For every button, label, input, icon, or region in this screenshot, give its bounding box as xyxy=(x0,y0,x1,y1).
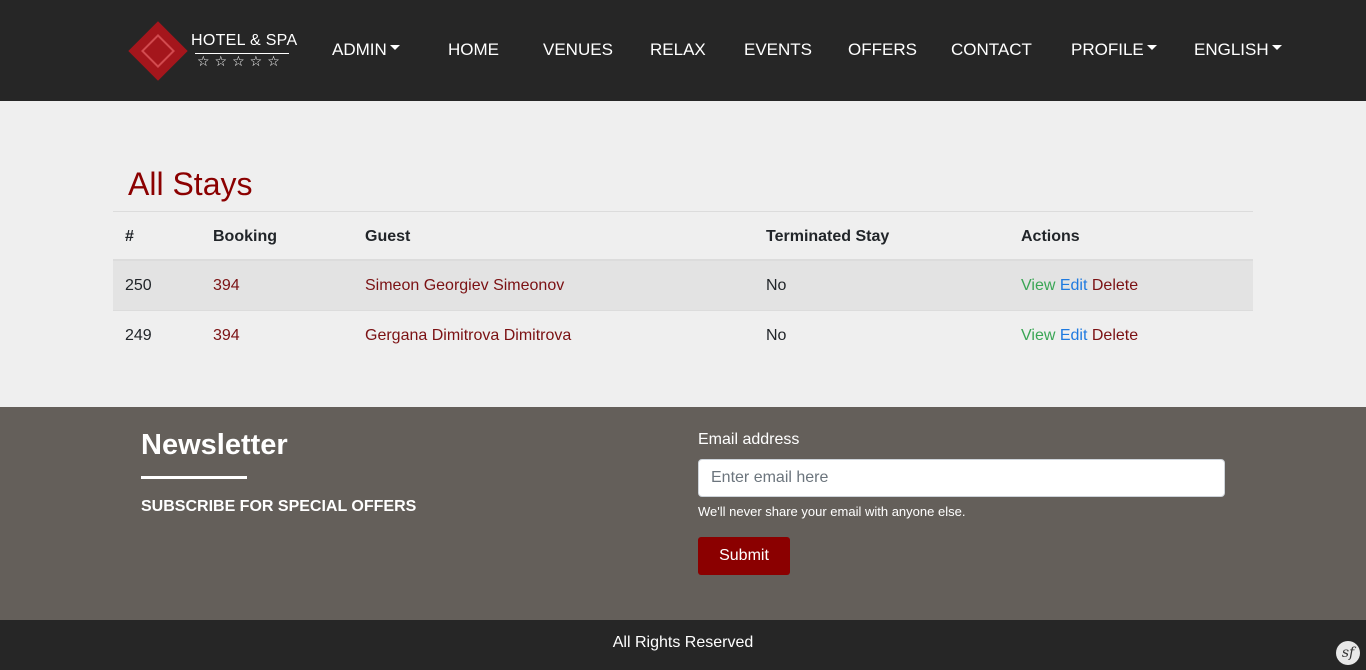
brand-name: HOTEL & SPA xyxy=(191,32,298,49)
email-help-text: We'll never share your email with anyone… xyxy=(698,504,966,519)
guest-link[interactable]: Gergana Dimitrova Dimitrova xyxy=(365,327,571,345)
newsletter-subtitle: SUBSCRIBE FOR SPECIAL OFFERS xyxy=(141,498,417,515)
email-field[interactable] xyxy=(698,459,1225,497)
brand-stars-icon: ☆☆☆☆☆ xyxy=(197,54,285,70)
row-actions: View Edit Delete xyxy=(1021,327,1138,345)
nav-profile-label: PROFILE xyxy=(1071,40,1144,59)
page-title: All Stays xyxy=(128,166,253,202)
stays-table: # Booking Guest Terminated Stay Actions … xyxy=(113,211,1253,359)
edit-link[interactable]: Edit xyxy=(1060,327,1088,344)
terminated-value: No xyxy=(766,277,787,294)
rights-text: All Rights Reserved xyxy=(612,634,754,651)
email-label: Email address xyxy=(698,431,800,448)
guest-link[interactable]: Simeon Georgiev Simeonov xyxy=(365,277,564,295)
nav-admin-label: ADMIN xyxy=(332,40,387,59)
column-header-booking: Booking xyxy=(213,228,277,245)
stay-id: 250 xyxy=(125,277,152,294)
newsletter-title-underline xyxy=(141,476,247,479)
table-row: 249 394 Gergana Dimitrova Dimitrova No V… xyxy=(113,310,1253,359)
stay-id: 249 xyxy=(125,327,152,344)
table-header-row: # Booking Guest Terminated Stay Actions xyxy=(113,212,1253,261)
delete-link[interactable]: Delete xyxy=(1092,327,1138,344)
newsletter-section: Newsletter SUBSCRIBE FOR SPECIAL OFFERS … xyxy=(0,407,1366,620)
view-link[interactable]: View xyxy=(1021,277,1055,294)
nav-language-label: ENGLISH xyxy=(1194,40,1269,59)
row-actions: View Edit Delete xyxy=(1021,277,1138,295)
nav-events[interactable]: EVENTS xyxy=(744,40,812,60)
nav-venues[interactable]: VENUES xyxy=(543,40,613,60)
column-header-actions: Actions xyxy=(1021,228,1080,245)
column-header-id: # xyxy=(125,228,134,245)
nav-home[interactable]: HOME xyxy=(448,40,499,60)
nav-contact[interactable]: CONTACT xyxy=(951,40,1032,60)
nav-offers[interactable]: OFFERS xyxy=(848,40,917,60)
booking-link[interactable]: 394 xyxy=(213,277,240,295)
footer-bar: All Rights Reserved sf xyxy=(0,620,1366,670)
nav-profile-dropdown[interactable]: PROFILE xyxy=(1071,40,1157,60)
booking-link[interactable]: 394 xyxy=(213,327,240,345)
submit-button[interactable]: Submit xyxy=(698,537,790,575)
symfony-toolbar-icon[interactable]: sf xyxy=(1336,641,1360,665)
column-header-guest: Guest xyxy=(365,228,411,245)
edit-link[interactable]: Edit xyxy=(1060,277,1088,294)
view-link[interactable]: View xyxy=(1021,327,1055,344)
column-header-terminated: Terminated Stay xyxy=(766,228,890,245)
caret-down-icon xyxy=(1146,45,1157,51)
nav-admin-dropdown[interactable]: ADMIN xyxy=(332,40,400,60)
brand-logo-link[interactable]: HOTEL & SPA ☆☆☆☆☆ xyxy=(128,21,298,81)
caret-down-icon xyxy=(389,45,400,51)
newsletter-title: Newsletter xyxy=(141,429,288,461)
nav-relax[interactable]: RELAX xyxy=(650,40,706,60)
table-row: 250 394 Simeon Georgiev Simeonov No View… xyxy=(113,261,1253,310)
nav-language-dropdown[interactable]: ENGLISH xyxy=(1194,40,1282,60)
delete-link[interactable]: Delete xyxy=(1092,277,1138,294)
top-navbar: HOTEL & SPA ☆☆☆☆☆ ADMIN HOME VENUES RELA… xyxy=(0,0,1366,101)
terminated-value: No xyxy=(766,327,787,344)
caret-down-icon xyxy=(1271,45,1282,51)
